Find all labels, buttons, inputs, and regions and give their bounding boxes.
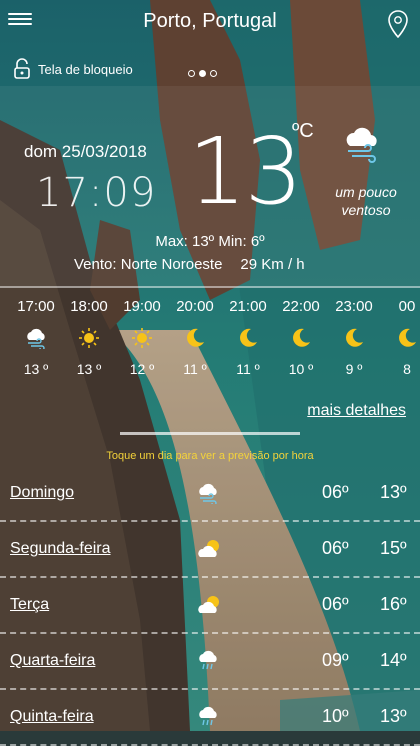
lock-label: Tela de bloqueio <box>38 61 133 77</box>
cloud-wind-icon <box>196 482 222 506</box>
location-pin-icon[interactable] <box>388 10 408 39</box>
hour-time: 21:00 <box>229 298 267 315</box>
cloud-wind-icon <box>11 327 61 349</box>
current-time: 17:09 <box>36 170 157 216</box>
day-name[interactable]: Domingo <box>10 484 74 502</box>
moon-icon <box>223 327 273 349</box>
condition-text: um pouco ventoso <box>326 183 406 219</box>
day-row[interactable]: Quarta-feira 09º 14º <box>0 634 420 690</box>
page-indicator <box>188 70 217 77</box>
hour-temperature: 10 º <box>288 361 314 377</box>
moon-icon <box>382 327 420 349</box>
hour-temperature: 11 º <box>183 361 207 377</box>
hour-column[interactable]: 00 8 <box>382 298 420 377</box>
day-name[interactable]: Quinta-feira <box>10 708 94 726</box>
day-min-temperature: 10º <box>322 706 349 726</box>
day-min-temperature: 06º <box>322 482 349 502</box>
sun-icon <box>64 327 114 349</box>
hour-temperature: 12 º <box>129 361 155 377</box>
temperature-unit[interactable]: ºC <box>292 120 314 143</box>
moon-icon <box>170 327 220 349</box>
hour-column[interactable]: 22:00 10 º <box>276 298 326 377</box>
hour-temperature: 13 º <box>76 361 102 377</box>
rain-icon <box>196 650 222 672</box>
day-max-temperature: 13º <box>380 482 407 502</box>
hour-column[interactable]: 18:00 13 º <box>64 298 114 377</box>
day-min-temperature: 06º <box>322 538 349 558</box>
day-min-temperature: 06º <box>322 594 349 614</box>
hour-time: 23:00 <box>335 298 373 315</box>
hour-temperature: 8 <box>403 361 411 377</box>
day-name[interactable]: Quarta-feira <box>10 652 95 670</box>
hour-column[interactable]: 17:00 13 º <box>11 298 61 377</box>
day-row[interactable]: Segunda-feira 06º 15º <box>0 522 420 578</box>
divider <box>0 286 420 288</box>
wind-direction: Vento: Norte Noroeste <box>74 256 223 273</box>
tap-day-hint: Toque um dia para ver a previsão por hor… <box>106 450 314 462</box>
wind-speed: 29 Km / h <box>240 256 305 273</box>
hourly-forecast[interactable]: 17:00 13 º 18:00 13 º 19:00 12 º 20:00 11 º 21:0… <box>0 298 420 398</box>
day-row[interactable]: Terça 06º 16º <box>0 578 420 634</box>
day-max-temperature: 14º <box>380 650 407 670</box>
page-dot[interactable] <box>210 70 217 77</box>
page-dot[interactable] <box>188 70 195 77</box>
moon-icon <box>329 327 379 349</box>
day-name[interactable]: Terça <box>10 596 49 614</box>
condition-line-2: ventoso <box>341 202 391 218</box>
padlock-icon <box>14 58 30 79</box>
top-bar: Porto, Portugal <box>0 0 420 44</box>
cloud-wind-icon <box>342 124 382 164</box>
wind-info: Vento: Norte Noroeste 29 Km / h <box>74 256 305 273</box>
hour-column[interactable]: 23:00 9 º <box>329 298 379 377</box>
moon-icon <box>276 327 326 349</box>
hour-time: 00 <box>398 298 416 315</box>
max-min-temperature: Max: 13º Min: 6º <box>155 233 265 250</box>
hour-column[interactable]: 19:00 12 º <box>117 298 167 377</box>
condition-line-1: um pouco <box>335 184 397 200</box>
more-details-link[interactable]: mais detalhes <box>307 402 406 420</box>
day-max-temperature: 15º <box>380 538 407 558</box>
location-title[interactable]: Porto, Portugal <box>0 10 420 33</box>
page-dot-active[interactable] <box>199 70 206 77</box>
day-row[interactable]: Domingo 06º 13º <box>0 466 420 522</box>
hour-temperature: 9 º <box>345 361 363 377</box>
divider <box>120 432 300 435</box>
daily-forecast: Domingo 06º 13º Segunda-feira 06º 15º Terça 06º… <box>0 466 420 746</box>
day-max-temperature: 16º <box>380 594 407 614</box>
partly-cloudy-icon <box>196 538 222 560</box>
rain-icon <box>196 706 222 728</box>
hour-time: 19:00 <box>123 298 161 315</box>
day-row[interactable]: Quinta-feira 10º 13º <box>0 690 420 746</box>
hour-time: 17:00 <box>17 298 55 315</box>
day-max-temperature: 13º <box>380 706 407 726</box>
hour-temperature: 11 º <box>236 361 260 377</box>
hour-time: 18:00 <box>70 298 108 315</box>
current-date: dom 25/03/2018 <box>24 142 147 161</box>
current-temperature: 13 <box>188 118 303 225</box>
partly-cloudy-icon <box>196 594 222 616</box>
day-min-temperature: 09º <box>322 650 349 670</box>
hour-time: 22:00 <box>282 298 320 315</box>
lock-screen-toggle[interactable]: Tela de bloqueio <box>12 58 133 80</box>
hour-temperature: 13 º <box>23 361 49 377</box>
sun-icon <box>117 327 167 349</box>
day-name[interactable]: Segunda-feira <box>10 540 111 558</box>
hour-column[interactable]: 21:00 11 º <box>223 298 273 377</box>
hour-column[interactable]: 20:00 11 º <box>170 298 220 377</box>
hour-time: 20:00 <box>176 298 214 315</box>
